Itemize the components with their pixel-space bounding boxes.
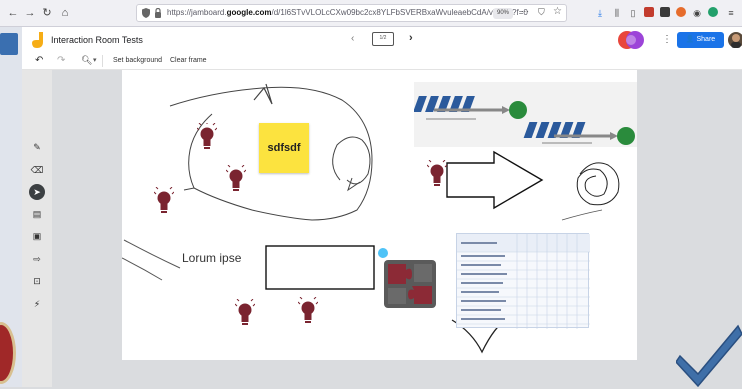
library-icon[interactable]: ⫼ (611, 7, 623, 19)
page-actions-more[interactable]: ··· (521, 7, 529, 16)
sticky-note-tool-icon[interactable]: ▤ (29, 206, 45, 222)
table-image[interactable] (456, 233, 590, 329)
seal-image (0, 322, 16, 384)
bookmark-star-icon[interactable]: ☆ (553, 6, 562, 17)
previous-frame-icon[interactable]: ‹ (351, 33, 354, 44)
forward-icon[interactable]: → (23, 6, 37, 20)
zoom-level-badge[interactable]: 90% (493, 8, 513, 19)
url-bar[interactable]: https://jamboard.google.com/d/1l6STvVLOL… (136, 4, 567, 22)
clear-frame-button[interactable]: Clear frame (170, 57, 207, 64)
sidebar-toggle-icon[interactable]: ▯ (627, 7, 639, 19)
undo-icon[interactable]: ↶ (35, 55, 43, 66)
extension-orange-icon[interactable] (675, 7, 687, 19)
url-text: https://jamboard.google.com/d/1l6STvVLOL… (167, 8, 528, 17)
reload-icon[interactable]: ↻ (40, 6, 54, 20)
eraser-tool-icon[interactable]: ⌫ (29, 162, 45, 178)
lightbulb-icon[interactable] (226, 165, 246, 193)
redo-icon[interactable]: ↷ (57, 55, 65, 66)
background-strip (0, 27, 22, 387)
toolbar-divider (102, 55, 103, 67)
lightbulb-icon[interactable] (427, 160, 447, 188)
pen-tool-icon[interactable]: ✎ (29, 139, 45, 155)
lock-icon[interactable] (154, 7, 162, 18)
document-title[interactable]: Interaction Room Tests (51, 35, 143, 45)
checkmark-logo-image (675, 316, 742, 388)
jam-canvas[interactable]: sdfsdf Lorum ipse (122, 70, 637, 360)
laser-tool-icon[interactable]: ⚡︎ (29, 296, 45, 312)
zoom-icon[interactable]: 🔍︎ (81, 55, 92, 66)
extension-green-icon[interactable] (707, 7, 719, 19)
shield-icon[interactable] (142, 8, 150, 18)
image-tool-icon[interactable]: ▣ (29, 228, 45, 244)
browser-toolbar: ← → ↻ ⌂ https://jamboard.google.com/d/1l… (0, 0, 742, 27)
downloads-icon[interactable]: ⤓ (594, 7, 606, 19)
app-header: Interaction Room Tests ‹ 1/2 › ⋮ 👤 Share (22, 27, 742, 53)
home-icon[interactable]: ⌂ (58, 6, 72, 20)
extension-red-icon[interactable] (643, 7, 655, 19)
collaborators-avatars[interactable] (617, 30, 645, 50)
share-button[interactable]: 👤 Share (677, 32, 724, 48)
share-person-icon: 👤 (685, 36, 695, 43)
text-box[interactable]: Lorum ipse (182, 251, 241, 265)
jamboard-logo-icon[interactable] (32, 32, 44, 48)
account-icon[interactable]: ◉ (691, 7, 703, 19)
lightbulb-icon[interactable] (197, 123, 217, 151)
process-diagram-image[interactable] (413, 82, 637, 147)
back-icon[interactable]: ← (6, 6, 20, 20)
lightbulb-icon[interactable] (235, 299, 255, 327)
set-background-button[interactable]: Set background (113, 57, 162, 64)
canvas-toolbar: ↶ ↷ 🔍︎ ▾ Set background Clear frame (22, 53, 742, 70)
extension-dark-icon[interactable] (659, 7, 671, 19)
shape-tool-icon[interactable]: ⇨ (29, 251, 45, 267)
zoom-dropdown-icon[interactable]: ▾ (93, 56, 97, 64)
comment-badge-icon[interactable] (378, 248, 388, 258)
frame-indicator[interactable]: 1/2 (372, 32, 394, 46)
more-options-icon[interactable]: ⋮ (662, 34, 672, 45)
user-avatar[interactable] (728, 32, 742, 48)
text-box-tool-icon[interactable]: ⊡ (29, 273, 45, 289)
select-tool-icon[interactable]: ➤ (29, 184, 45, 200)
puzzle-image[interactable] (384, 260, 436, 308)
pocket-icon[interactable]: ⛉ (538, 7, 545, 18)
next-frame-icon[interactable]: › (409, 32, 413, 44)
lightbulb-icon[interactable] (298, 297, 318, 325)
desktop-icon (0, 33, 18, 55)
lightbulb-icon[interactable] (154, 187, 174, 215)
menu-hamburger-icon[interactable]: ≡ (725, 7, 737, 19)
sticky-note[interactable]: sdfsdf (259, 123, 309, 173)
